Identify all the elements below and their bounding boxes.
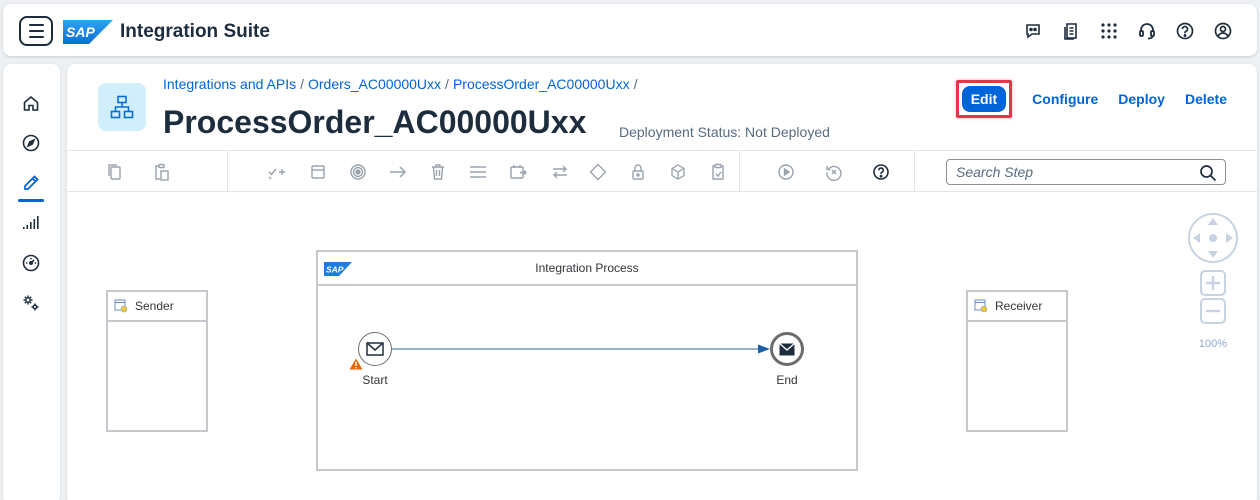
home-icon[interactable]	[17, 89, 45, 117]
warning-icon[interactable]	[349, 358, 363, 370]
delete-button[interactable]: Delete	[1185, 91, 1227, 107]
shell-actions	[1023, 20, 1233, 42]
settings-dial-icon[interactable]	[17, 249, 45, 277]
product-switch-icon[interactable]	[1099, 20, 1119, 42]
side-navigation	[3, 64, 60, 500]
integration-process-pool[interactable]: SAP Integration Process Start End	[316, 250, 858, 471]
search-icon[interactable]	[1199, 164, 1217, 182]
start-event[interactable]	[358, 332, 392, 366]
page-title: ProcessOrder_AC00000Uxx	[163, 104, 587, 140]
participant-icon[interactable]	[307, 161, 329, 183]
deployment-status: Deployment Status: Not Deployed	[619, 124, 830, 140]
hamburger-menu-button[interactable]	[19, 16, 53, 46]
simulate-icon[interactable]	[775, 161, 797, 183]
reset-icon[interactable]	[823, 161, 845, 183]
lines-icon[interactable]	[467, 161, 489, 183]
cube-icon[interactable]	[667, 161, 689, 183]
design-icon[interactable]	[17, 169, 45, 202]
paste-icon[interactable]	[151, 161, 173, 183]
call-icon[interactable]	[507, 161, 529, 183]
edit-button[interactable]: Edit	[961, 86, 1007, 112]
end-event[interactable]	[770, 332, 804, 366]
joule-icon[interactable]	[1023, 20, 1043, 42]
palette-toolbar	[67, 150, 1257, 192]
breadcrumb-link-package[interactable]: Orders_AC00000Uxx	[308, 76, 441, 92]
configure-button[interactable]: Configure	[1032, 91, 1098, 107]
app-title: Integration Suite	[120, 21, 270, 42]
shell-bar: SAP Integration Suite	[3, 4, 1257, 56]
deploy-button[interactable]: Deploy	[1118, 91, 1165, 107]
breadcrumb-link-integrations[interactable]: Integrations and APIs	[163, 76, 296, 92]
header-actions: Edit Configure Deploy Delete	[955, 80, 1227, 118]
clipboard-icon[interactable]	[707, 161, 729, 183]
breadcrumb: Integrations and APIs / Orders_AC00000Uxx /…	[163, 76, 638, 92]
support-icon[interactable]	[1137, 20, 1157, 42]
integration-flow-canvas[interactable]: Sender Receiver SAP Integration Process	[67, 193, 1257, 500]
edit-button-highlight: Edit	[955, 80, 1013, 118]
integration-flow-icon	[98, 83, 146, 131]
end-label: End	[776, 373, 798, 387]
zoom-level: 100%	[1198, 338, 1228, 350]
message-envelope-icon	[779, 342, 795, 355]
monitor-icon[interactable]	[17, 209, 45, 237]
help-icon[interactable]	[1175, 20, 1195, 42]
participant-system-icon	[114, 299, 128, 313]
message-envelope-icon	[366, 342, 384, 356]
receiver-label: Receiver	[995, 299, 1043, 313]
discover-icon[interactable]	[17, 129, 45, 157]
participant-system-icon	[974, 299, 988, 313]
help-icon[interactable]	[870, 161, 892, 183]
flow-arrow-icon[interactable]	[387, 161, 409, 183]
breadcrumb-link-artifact[interactable]: ProcessOrder_AC00000Uxx	[453, 76, 630, 92]
event-icon[interactable]	[347, 161, 369, 183]
zoom-in-button[interactable]	[1200, 270, 1226, 296]
start-label: Start	[362, 373, 388, 387]
search-step-field[interactable]	[946, 159, 1226, 185]
copy-icon[interactable]	[104, 161, 126, 183]
svg-text:SAP: SAP	[66, 24, 95, 40]
search-step-input[interactable]	[956, 163, 1196, 181]
notes-icon[interactable]	[1061, 20, 1081, 42]
sender-participant[interactable]: Sender	[106, 290, 208, 432]
zoom-out-button[interactable]	[1200, 298, 1226, 324]
delete-icon[interactable]	[427, 161, 449, 183]
exchange-icon[interactable]	[549, 161, 571, 183]
receiver-participant[interactable]: Receiver	[966, 290, 1068, 432]
profile-icon[interactable]	[1213, 20, 1233, 42]
main-panel: Integrations and APIs / Orders_AC00000Uxx /…	[67, 64, 1257, 500]
gateway-icon[interactable]	[587, 161, 609, 183]
configure-icon[interactable]	[17, 289, 45, 317]
lock-icon[interactable]	[627, 161, 649, 183]
pan-control[interactable]	[1187, 212, 1239, 264]
sap-logo: SAP	[63, 20, 113, 44]
sender-label: Sender	[135, 299, 174, 313]
add-check-icon[interactable]	[266, 161, 288, 183]
